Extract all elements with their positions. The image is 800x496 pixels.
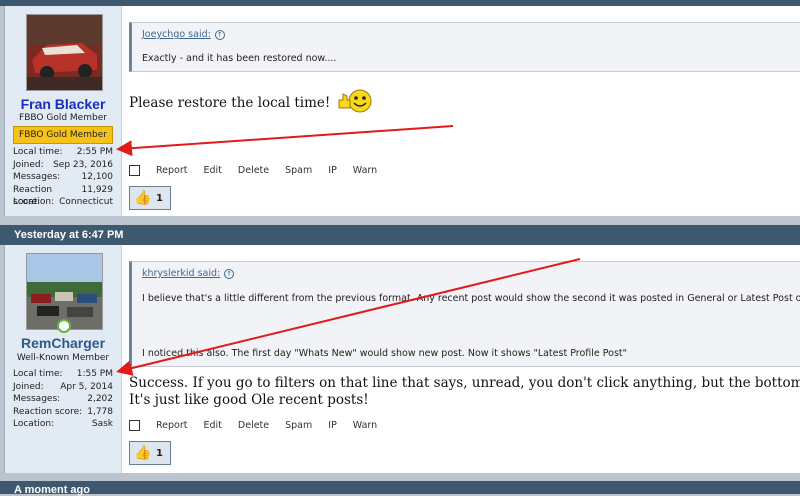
stat-label: Location: (13, 419, 55, 429)
message-body: Please restore the local time! (129, 88, 800, 119)
quote-author[interactable]: Joeychgo said: ↑ (142, 29, 225, 40)
post-content: Joeychgo said: ↑ Exactly - and it has bee… (129, 6, 800, 216)
edit-link[interactable]: Edit (204, 165, 222, 176)
post-content: khryslerkid said: ↑ I believe that's a li… (129, 245, 800, 473)
stat-reaction-score: Reaction score: 11,929 (13, 184, 114, 208)
arrow-up-icon[interactable]: ↑ (214, 29, 225, 40)
thumbs-up-smiley-icon (337, 88, 373, 119)
stat-messages: Messages: 2,202 (13, 393, 113, 406)
reaction-summary[interactable]: 👍 1 (129, 441, 171, 465)
stat-value: 1,778 (87, 406, 113, 417)
user-stats: Local time: 1:55 PM Joined: Apr 5, 2014 Me… (13, 368, 113, 431)
quote-block: Joeychgo said: ↑ Exactly - and it has bee… (129, 22, 800, 72)
stat-value: 11,929 (81, 184, 114, 195)
stat-value: 2:55 PM (76, 147, 113, 157)
thumbs-up-icon: 👍 (134, 190, 152, 206)
stat-reaction-score: Reaction score: 1,778 (13, 406, 113, 419)
post-1: Fran Blacker FBBO Gold Member FBBO Gold … (4, 6, 800, 216)
user-sidebar: Fran Blacker FBBO Gold Member FBBO Gold … (5, 6, 122, 216)
select-checkbox[interactable] (129, 420, 140, 431)
post-header: A moment ago (0, 481, 800, 496)
stat-label: Local time: (13, 369, 63, 379)
stat-label: Local time: (13, 147, 63, 157)
arrow-up-icon[interactable]: ↑ (224, 268, 235, 279)
user-title: FBBO Gold Member (19, 113, 107, 123)
username[interactable]: RemCharger (5, 335, 121, 351)
stat-value: Apr 5, 2014 (60, 381, 113, 392)
spam-link[interactable]: Spam (285, 165, 312, 176)
select-checkbox[interactable] (129, 165, 140, 176)
thumbs-up-icon: 👍 (134, 445, 152, 461)
post-timestamp[interactable]: A moment ago (14, 484, 90, 496)
message-line: Please restore the local time! (129, 95, 331, 111)
delete-link[interactable]: Delete (238, 420, 269, 431)
spam-link[interactable]: Spam (285, 420, 312, 431)
stat-messages: Messages: 12,100 (13, 171, 113, 184)
stat-value: Connecticut (59, 197, 113, 207)
stat-value: 2,202 (87, 394, 113, 404)
stat-label: Joined: (13, 159, 44, 170)
stat-label: Location: (13, 197, 55, 207)
stat-location: Location: Connecticut (13, 196, 113, 209)
reaction-summary[interactable]: 👍 1 (129, 186, 171, 210)
stat-joined: Joined: Sep 23, 2016 (13, 159, 113, 172)
stat-local-time: Local time: 2:55 PM (13, 146, 113, 159)
post-2: RemCharger Well-Known Member Local time:… (4, 245, 800, 473)
quote-text: I believe that's a little different from… (142, 293, 800, 304)
stat-label: Reaction score: (13, 184, 53, 208)
message-line: It's just like good Ole recent posts! (129, 392, 369, 408)
stat-joined: Joined: Apr 5, 2014 (13, 381, 113, 394)
user-title: Well-Known Member (16, 353, 110, 363)
report-link[interactable]: Report (156, 420, 188, 431)
quote-text: Exactly - and it has been restored now..… (142, 53, 337, 64)
stat-value: 12,100 (81, 172, 114, 182)
quote-author-text[interactable]: Joeychgo said: (142, 29, 211, 40)
user-sidebar: RemCharger Well-Known Member Local time:… (5, 245, 122, 473)
quote-block: khryslerkid said: ↑ I believe that's a li… (129, 261, 800, 367)
user-stats: Local time: 2:55 PM Joined: Sep 23, 2016 M… (13, 146, 113, 209)
online-status-icon (57, 319, 71, 333)
stat-value: Sask (91, 419, 113, 429)
message-line: Success. If you go to filters on that li… (129, 375, 800, 391)
quote-author[interactable]: khryslerkid said: ↑ (142, 268, 235, 279)
post-actions: Report Edit Delete Spam IP Warn (129, 420, 393, 431)
warn-link[interactable]: Warn (353, 165, 377, 176)
message-body: Success. If you go to filters on that li… (129, 375, 800, 409)
username[interactable]: Fran Blacker (5, 96, 121, 112)
stat-value: 1:55 PM (76, 369, 113, 379)
stat-location: Location: Sask (13, 418, 113, 431)
reaction-count: 1 (156, 447, 163, 459)
reaction-count: 1 (156, 192, 163, 204)
user-banner: FBBO Gold Member (13, 126, 113, 144)
stat-label: Reaction score: (13, 406, 83, 417)
delete-link[interactable]: Delete (238, 165, 269, 176)
post-actions: Report Edit Delete Spam IP Warn (129, 165, 393, 176)
quote-text: I noticed this also. The first day "What… (142, 348, 628, 359)
post-timestamp[interactable]: Yesterday at 6:47 PM (14, 229, 123, 241)
stat-label: Joined: (13, 381, 44, 392)
edit-link[interactable]: Edit (204, 420, 222, 431)
stat-value: Sep 23, 2016 (53, 159, 113, 170)
report-link[interactable]: Report (156, 165, 188, 176)
ip-link[interactable]: IP (328, 165, 337, 176)
stat-local-time: Local time: 1:55 PM (13, 368, 113, 381)
quote-author-text[interactable]: khryslerkid said: (142, 268, 220, 279)
stat-label: Messages: (13, 394, 61, 404)
avatar[interactable] (26, 14, 103, 91)
warn-link[interactable]: Warn (353, 420, 377, 431)
ip-link[interactable]: IP (328, 420, 337, 431)
stat-label: Messages: (13, 172, 61, 182)
post-header: Yesterday at 6:47 PM (0, 225, 800, 245)
